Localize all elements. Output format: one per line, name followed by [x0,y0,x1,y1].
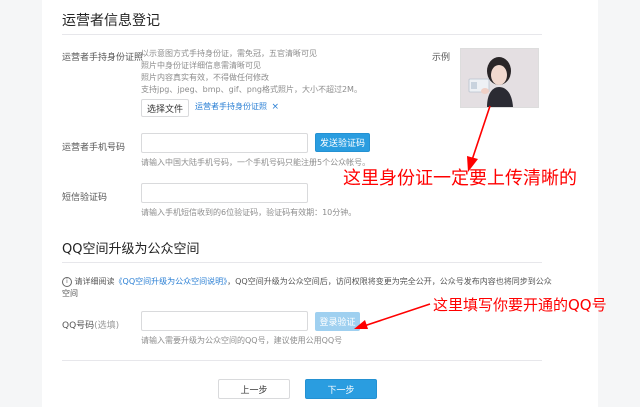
section-title-qq-upgrade: QQ空间升级为公众空间 [62,242,200,257]
id-photo-hint-4: 支持jpg、jpeg、bmp、gif、png格式照片，大小不超过2M。 [141,85,362,94]
id-photo-label: 运营者手持身份证照 [62,53,144,63]
choose-file-button[interactable]: 选择文件 [141,99,189,117]
qq-label-optional: (选填) [94,321,120,331]
info-icon: i [62,276,72,287]
id-photo-hint-3: 照片内容真实有效，不得做任何修改 [141,73,269,82]
example-label: 示例 [432,53,451,63]
qq-annotation-text: 这里填写你要开通的QQ号 [433,296,607,314]
qq-input[interactable] [141,311,308,331]
sms-hint: 请输入手机短信收到的6位验证码，验证码有效期：10分钟。 [141,208,357,217]
uploaded-file: 运营者手持身份证照 × [195,101,279,112]
qq-notice-line2: 空间 [62,289,78,298]
send-code-button[interactable]: 发送验证码 [315,133,370,152]
uploaded-file-name: 运营者手持身份证照 [195,102,267,111]
example-photo [460,48,539,108]
example-person-icon [461,49,538,107]
qq-notice-prefix: 请详细阅读 [74,277,115,286]
divider-top [62,34,542,35]
qq-notice: i 请详细阅读《QQ空间升级为公众空间说明》，QQ空间升级为公众空间后，访问权限… [62,276,552,288]
phone-input[interactable] [141,133,308,153]
phone-label: 运营者手机号码 [62,143,126,153]
divider-middle [62,262,542,263]
qq-notice-suffix: ，QQ空间升级为公众空间后，访问权限将变更为完全公开，公众号发布内容也将同步到公… [227,277,552,286]
qq-annotation-arrow [354,303,431,329]
sms-label: 短信验证码 [62,193,108,203]
id-annotation-text: 这里身份证一定要上传清晰的 [343,168,577,189]
section-title-operator-info: 运营者信息登记 [62,13,160,29]
qq-label-text: QQ号码 [62,321,95,331]
next-step-button[interactable]: 下一步 [305,379,377,399]
qq-notice-link[interactable]: 《QQ空间升级为公众空间说明》 [115,277,228,286]
qq-label: QQ号码(选填) [62,318,119,331]
divider-bottom [62,360,542,361]
id-photo-hint-2: 照片中身份证详细信息需清晰可见 [141,61,261,70]
prev-step-button[interactable]: 上一步 [218,379,290,399]
remove-file-icon[interactable]: × [272,102,280,112]
phone-hint: 请输入中国大陆手机号码，一个手机号码只能注册5个公众帐号。 [141,158,371,167]
qq-hint: 请输入需要升级为公众空间的QQ号，建议使用公用QQ号 [141,336,343,345]
sms-code-input[interactable] [141,183,308,203]
id-photo-hint-1: 以示意图方式手持身份证，需免冠，五官清晰可见 [141,49,317,58]
